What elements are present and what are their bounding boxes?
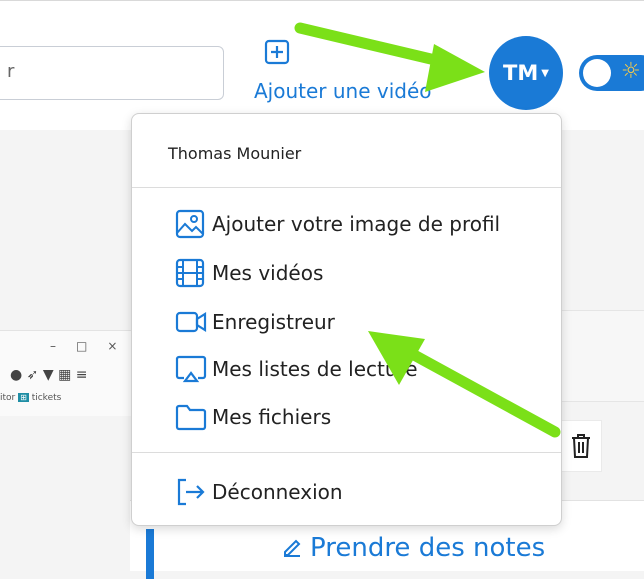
user-avatar-button[interactable]: TM ▼ <box>489 36 563 110</box>
menu-item-label: Mes fichiers <box>212 405 332 429</box>
menu-user-name: Thomas Mounier <box>168 144 302 163</box>
menu-item-my-playlists[interactable]: Mes listes de lecture <box>174 352 418 386</box>
search-input-text: r <box>7 61 15 82</box>
edit-icon <box>284 539 301 557</box>
card-accent-bar <box>146 529 154 579</box>
menu-item-logout[interactable]: Déconnexion <box>174 475 343 509</box>
menu-item-my-videos[interactable]: Mes vidéos <box>174 256 323 290</box>
menu-divider <box>132 452 561 453</box>
trash-icon <box>572 434 590 458</box>
avatar-initials: TM <box>503 61 539 85</box>
playlist-screen-icon <box>175 355 207 383</box>
menu-item-label: Mes vidéos <box>212 261 324 285</box>
theme-toggle[interactable]: ☼ <box>579 55 644 91</box>
background-screenshot-thumbnail: –□× ● ➶ ▼ ▦ ≡ itor ⊞ tickets <box>0 330 140 416</box>
video-camera-icon <box>175 311 207 333</box>
sun-icon: ☼ <box>621 59 641 84</box>
plus-square-icon <box>264 39 290 65</box>
menu-item-recorder[interactable]: Enregistreur <box>174 305 335 339</box>
caret-down-icon: ▼ <box>541 67 549 79</box>
window-controls-icon: –□× <box>50 339 138 353</box>
menu-item-label: Déconnexion <box>212 480 343 504</box>
menu-item-my-files[interactable]: Mes fichiers <box>174 400 331 434</box>
toggle-knob <box>583 59 611 87</box>
logout-icon <box>177 478 205 506</box>
toolbar-icons: ● ➶ ▼ ▦ ≡ <box>10 367 88 383</box>
folder-icon <box>175 404 207 431</box>
menu-item-label: Enregistreur <box>212 310 335 334</box>
film-icon <box>175 258 205 288</box>
add-video-label: Ajouter une vidéo <box>254 79 432 103</box>
search-input[interactable]: r <box>0 46 224 100</box>
take-notes-button[interactable]: Prendre des notes <box>280 533 545 563</box>
menu-item-add-profile-image[interactable]: Ajouter votre image de profil <box>174 207 500 241</box>
image-icon <box>175 209 205 239</box>
take-notes-label: Prendre des notes <box>310 533 546 563</box>
menu-item-label: Ajouter votre image de profil <box>212 212 501 236</box>
menu-item-label: Mes listes de lecture <box>212 357 418 381</box>
top-bar: r Ajouter une vidéo TM ▼ ☼ <box>0 0 644 130</box>
user-dropdown-menu: Thomas Mounier Ajouter votre image de pr… <box>131 113 562 526</box>
add-video-button[interactable]: Ajouter une vidéo <box>248 39 448 109</box>
bookmark-bar: itor ⊞ tickets <box>0 393 62 403</box>
delete-button[interactable] <box>560 420 602 472</box>
menu-divider <box>132 187 561 188</box>
